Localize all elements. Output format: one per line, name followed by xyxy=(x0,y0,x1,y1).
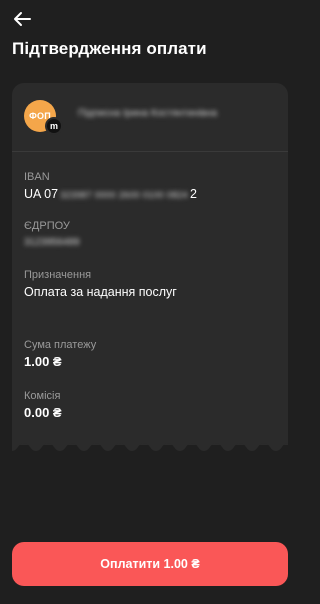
iban-obscured: 323987 0000 2600 0100 0824 xyxy=(60,190,188,200)
fee-value: 0.00 ₴ xyxy=(24,405,62,420)
recipient-row: ФОП m Підписна Ірина Костянтинівна xyxy=(24,99,276,135)
arrow-left-icon xyxy=(14,12,31,26)
edrpou-label: ЄДРПОУ xyxy=(24,220,70,232)
edrpou-field: ЄДРПОУ 3123956489 xyxy=(24,219,276,251)
fee-field: Комісія 0.00 ₴ xyxy=(24,389,276,421)
bank-badge: m xyxy=(45,117,63,135)
purpose-field: Призначення Оплата за надання послуг xyxy=(24,268,276,300)
pay-button[interactable]: Оплатити 1.00 ₴ xyxy=(12,542,288,586)
page-title: Підтвердження оплати xyxy=(12,39,207,58)
amount-field: Сума платежу 1.00 ₴ xyxy=(24,338,276,370)
payment-details-card: ФОП m Підписна Ірина Костянтинівна IBAN … xyxy=(12,83,288,445)
purpose-label: Призначення xyxy=(24,269,92,281)
iban-field: IBAN UA 07 323987 0000 2600 0100 0824 2 xyxy=(24,170,276,203)
divider xyxy=(12,151,288,152)
iban-label: IBAN xyxy=(24,171,50,183)
recipient-name: Підписна Ірина Костянтинівна xyxy=(78,108,218,119)
amount-label: Сума платежу xyxy=(24,339,97,351)
edrpou-value: 3123956489 xyxy=(24,237,80,248)
iban-suffix: 2 xyxy=(189,187,197,201)
iban-prefix: UA 07 xyxy=(24,187,59,201)
purpose-value: Оплата за надання послуг xyxy=(24,285,177,299)
back-button[interactable] xyxy=(10,8,34,30)
receipt-edge xyxy=(12,437,288,451)
iban-value: UA 07 323987 0000 2600 0100 0824 2 xyxy=(24,186,276,203)
fee-label: Комісія xyxy=(24,390,61,402)
amount-value: 1.00 ₴ xyxy=(24,354,62,369)
